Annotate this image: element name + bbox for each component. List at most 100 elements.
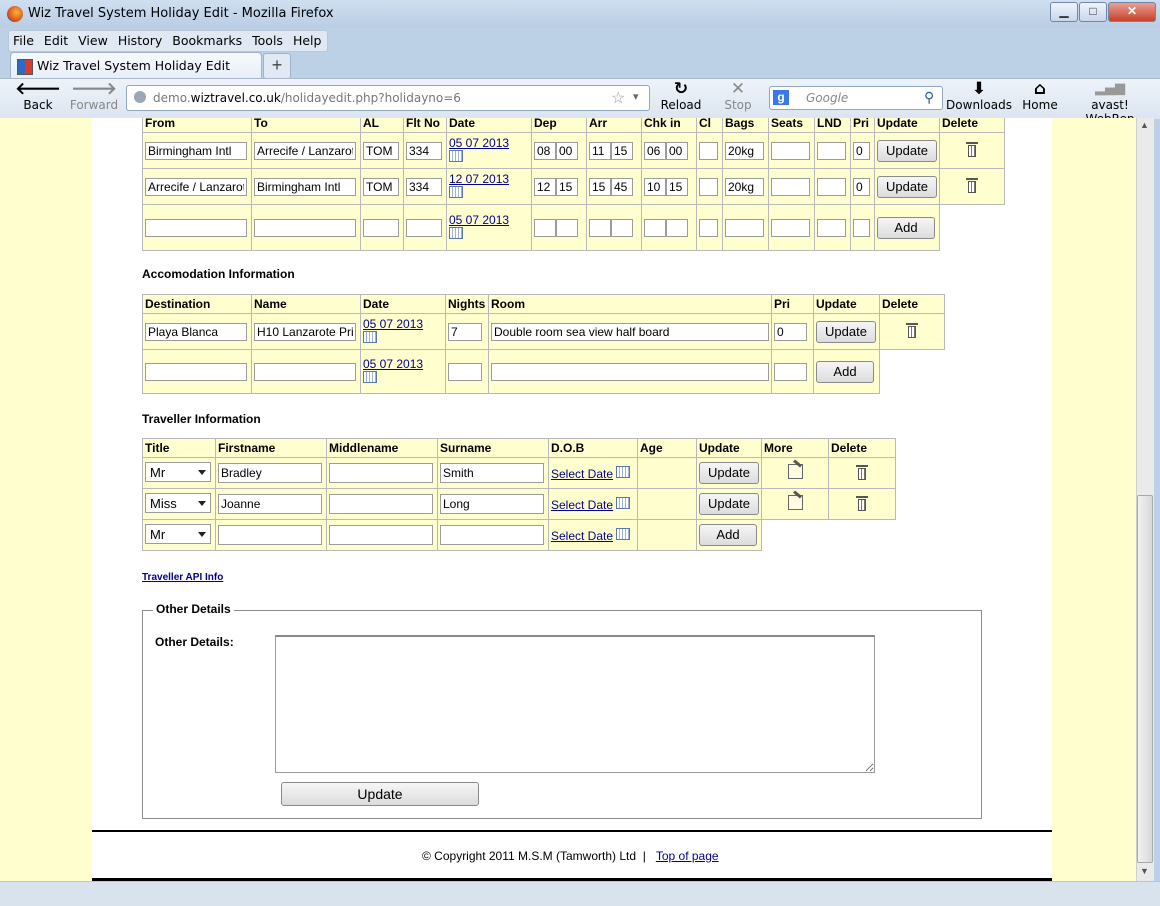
calendar-icon[interactable]	[616, 496, 631, 509]
flight-airline-input[interactable]	[363, 141, 399, 160]
flight-class-input[interactable]	[699, 177, 718, 196]
avast-webrep-button[interactable]: ▂▄▆avast! WebRep	[1068, 80, 1152, 126]
flight-dep-min-input[interactable]	[556, 141, 578, 160]
flight-update-button[interactable]: Update	[877, 175, 937, 198]
flight-number-input[interactable]	[406, 177, 442, 196]
calendar-icon[interactable]	[363, 331, 377, 343]
new-flight-arr-hour-input[interactable]	[589, 218, 611, 237]
forward-button[interactable]: 🡒 Forward	[64, 80, 124, 116]
acc-update-button[interactable]: Update	[816, 320, 876, 343]
calendar-icon[interactable]	[363, 371, 377, 383]
traveller-title-select[interactable]: Mr	[145, 461, 211, 482]
back-button[interactable]: 🡐 Back	[8, 80, 68, 116]
acc-date-link[interactable]: 05 07 2013	[363, 317, 443, 331]
new-flight-dep-min-input[interactable]	[556, 218, 578, 237]
traveller-dob-link[interactable]: Select Date	[551, 498, 613, 512]
flight-priority-input[interactable]	[853, 177, 870, 196]
flight-from-input[interactable]	[145, 141, 247, 160]
new-traveller-dob-link[interactable]: Select Date	[551, 529, 613, 543]
new-acc-destination-input[interactable]	[145, 362, 247, 381]
menu-bookmarks[interactable]: Bookmarks	[168, 31, 248, 48]
menu-history[interactable]: History	[114, 31, 168, 48]
downloads-button[interactable]: ⬇ Downloads	[944, 80, 1014, 116]
traveller-title-select[interactable]: Miss	[145, 492, 211, 513]
traveller-middlename-input[interactable]	[329, 494, 433, 514]
new-flight-chk-min-input[interactable]	[666, 218, 688, 237]
traveller-update-button[interactable]: Update	[699, 462, 759, 484]
flight-dep-hour-input[interactable]	[534, 177, 556, 196]
history-dropdown-icon[interactable]: ▾	[633, 90, 639, 103]
new-traveller-firstname-input[interactable]	[218, 525, 322, 545]
flight-chk-min-input[interactable]	[666, 177, 688, 196]
flight-lnd-input[interactable]	[817, 141, 846, 160]
menu-tools[interactable]: Tools	[248, 31, 289, 48]
edit-note-icon[interactable]	[787, 495, 803, 510]
new-flight-lnd-input[interactable]	[817, 218, 846, 237]
new-traveller-surname-input[interactable]	[440, 525, 544, 545]
acc-nights-input[interactable]	[448, 322, 482, 341]
flight-arr-hour-input[interactable]	[589, 177, 611, 196]
trash-icon[interactable]	[856, 495, 868, 511]
flight-chk-min-input[interactable]	[666, 141, 688, 160]
calendar-icon[interactable]	[616, 465, 631, 478]
traveller-firstname-input[interactable]	[218, 463, 322, 483]
flight-date-link[interactable]: 12 07 2013	[449, 172, 529, 186]
traveller-middlename-input[interactable]	[329, 463, 433, 483]
flight-dep-min-input[interactable]	[556, 177, 578, 196]
new-flight-number-input[interactable]	[406, 218, 442, 237]
trash-icon[interactable]	[906, 323, 918, 338]
search-icon[interactable]: ⚲	[924, 89, 934, 106]
trash-icon[interactable]	[856, 464, 868, 480]
flight-arr-min-input[interactable]	[611, 177, 633, 196]
flight-airline-input[interactable]	[363, 177, 399, 196]
new-flight-date-link[interactable]: 05 07 2013	[449, 213, 529, 227]
traveller-dob-link[interactable]: Select Date	[551, 467, 613, 481]
minimize-button[interactable]: ▁	[1050, 2, 1078, 22]
scrollbar-thumb[interactable]	[1137, 495, 1153, 863]
flight-lnd-input[interactable]	[817, 177, 846, 196]
edit-note-icon[interactable]	[787, 464, 803, 479]
flight-seats-input[interactable]	[771, 177, 810, 196]
new-flight-to-input[interactable]	[254, 218, 356, 237]
flight-arr-hour-input[interactable]	[589, 141, 611, 160]
flight-to-input[interactable]	[254, 177, 356, 196]
other-details-update-button[interactable]: Update	[281, 782, 479, 806]
flight-to-input[interactable]	[254, 141, 356, 160]
calendar-icon[interactable]	[449, 150, 463, 162]
acc-add-button[interactable]: Add	[816, 360, 874, 383]
traveller-add-button[interactable]: Add	[699, 524, 757, 546]
flight-date-link[interactable]: 05 07 2013	[449, 136, 529, 150]
bookmark-star-icon[interactable]: ☆	[611, 88, 625, 108]
reload-button[interactable]: ↻ Reload	[651, 80, 711, 116]
trash-icon[interactable]	[966, 178, 978, 193]
flight-add-button[interactable]: Add	[877, 216, 935, 239]
menu-edit[interactable]: Edit	[40, 31, 74, 48]
flight-arr-min-input[interactable]	[611, 141, 633, 160]
menu-file[interactable]: File	[9, 31, 40, 48]
search-bar[interactable]: g Google ⚲	[769, 86, 943, 110]
acc-priority-input[interactable]	[774, 322, 807, 341]
new-flight-airline-input[interactable]	[363, 218, 399, 237]
flight-bags-input[interactable]	[725, 177, 764, 196]
home-button[interactable]: ⌂ Home	[1014, 80, 1066, 116]
flight-update-button[interactable]: Update	[877, 139, 937, 162]
acc-room-input[interactable]	[491, 322, 769, 341]
new-traveller-middlename-input[interactable]	[329, 525, 433, 545]
new-flight-priority-input[interactable]	[853, 218, 870, 237]
flight-priority-input[interactable]	[853, 141, 870, 160]
calendar-icon[interactable]	[449, 186, 463, 198]
maximize-button[interactable]: □	[1079, 2, 1107, 22]
new-acc-room-input[interactable]	[491, 362, 769, 381]
address-bar[interactable]: demo.wiztravel.co.uk/holidayedit.php?hol…	[126, 85, 650, 111]
calendar-icon[interactable]	[449, 227, 463, 239]
flight-class-input[interactable]	[699, 141, 718, 160]
traveller-firstname-input[interactable]	[218, 494, 322, 514]
traveller-update-button[interactable]: Update	[699, 493, 759, 515]
new-flight-from-input[interactable]	[145, 218, 247, 237]
trash-icon[interactable]	[966, 142, 978, 157]
calendar-icon[interactable]	[616, 527, 631, 540]
new-traveller-title-select[interactable]: Mr	[145, 523, 211, 544]
flight-seats-input[interactable]	[771, 141, 810, 160]
flight-from-input[interactable]	[145, 177, 247, 196]
traveller-surname-input[interactable]	[440, 463, 544, 483]
